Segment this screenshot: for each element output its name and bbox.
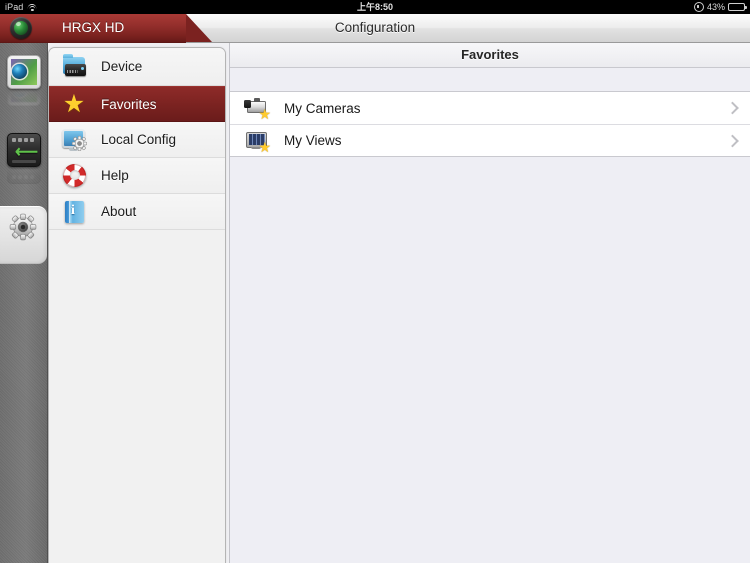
camera-lens-logo-icon	[10, 17, 32, 39]
lifebuoy-icon	[62, 163, 88, 189]
list-item-label: My Cameras	[284, 100, 361, 116]
multiview-star-icon: ★	[244, 129, 271, 155]
dock-item-live-view[interactable]	[0, 51, 47, 109]
dock-rail: ⟶ ⟶	[0, 43, 48, 563]
content-panel: Favorites ★ My Cameras ★ My Views	[229, 43, 750, 563]
info-book-icon: i	[62, 199, 88, 225]
status-bar: iPad 上午8:50 43%	[0, 0, 750, 14]
camera-star-icon: ★	[244, 96, 271, 122]
gear-icon-svg	[9, 213, 37, 241]
sidebar-item-label: Help	[101, 168, 129, 183]
navigation-bar: Configuration HRGX HD	[0, 14, 750, 43]
list-item-my-views[interactable]: ★ My Views	[230, 124, 750, 156]
content-header-title: Favorites	[230, 43, 750, 68]
monitor-gear-icon	[62, 127, 88, 153]
cog-overlay-icon	[72, 135, 87, 151]
sidebar-item-local-config[interactable]: Local Config	[49, 122, 225, 158]
list-top-spacer	[230, 68, 750, 92]
sidebar-item-label: About	[101, 204, 137, 219]
star-badge-icon: ★	[258, 106, 271, 122]
sidebar-item-favorites[interactable]: ★ Favorites	[49, 86, 225, 122]
list-item-my-cameras[interactable]: ★ My Cameras	[230, 92, 750, 124]
sidebar-item-label: Favorites	[101, 96, 157, 112]
dock-item-playback[interactable]: ⟶ ⟶	[0, 129, 47, 187]
playback-icon: ⟶	[7, 133, 41, 167]
battery-icon	[728, 3, 747, 11]
settings-menu-panel: Device ★ Favorites Local Config Help i A…	[48, 47, 226, 563]
device-folder-icon	[62, 53, 88, 80]
sidebar-item-about[interactable]: i About	[49, 194, 225, 230]
live-view-icon	[7, 55, 41, 89]
playback-icon-reflection: ⟶	[7, 166, 41, 184]
sidebar-item-label: Device	[101, 59, 143, 74]
status-bar-right: 43%	[693, 0, 747, 14]
star-badge-icon: ★	[258, 138, 271, 155]
dock-item-configuration[interactable]	[0, 206, 47, 264]
sidebar-item-device[interactable]: Device	[49, 48, 225, 86]
chevron-right-icon[interactable]	[726, 134, 739, 147]
rotation-lock-icon	[693, 2, 704, 12]
sidebar-item-help[interactable]: Help	[49, 158, 225, 194]
chevron-right-icon[interactable]	[726, 101, 739, 115]
status-bar-clock: 上午8:50	[356, 2, 393, 12]
app-name-label: HRGX HD	[62, 20, 125, 35]
battery-percent-label: 43%	[706, 2, 725, 12]
sidebar-item-label: Local Config	[101, 132, 177, 147]
list-item-label: My Views	[284, 133, 342, 148]
ipad-app-window: iPad 上午8:50 43% Configuration HRGX HD ⟶ …	[0, 0, 750, 563]
star-icon: ★	[62, 90, 86, 118]
live-view-icon-reflection	[7, 88, 41, 106]
gear-icon	[7, 211, 39, 243]
favorites-list: ★ My Cameras ★ My Views	[230, 92, 750, 157]
